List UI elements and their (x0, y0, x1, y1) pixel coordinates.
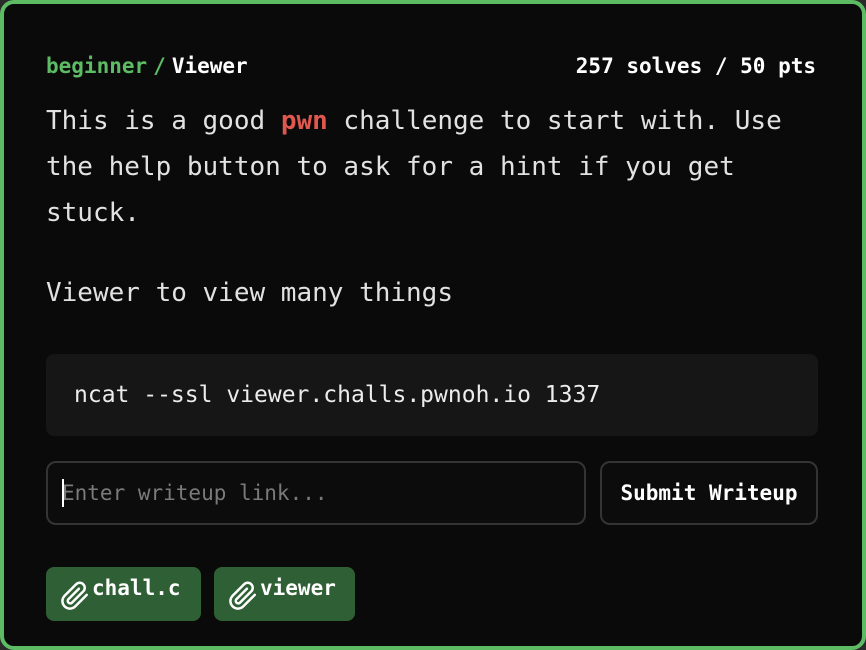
text-caret (62, 479, 64, 507)
challenge-header: beginner / Viewer 257 solves / 50 pts (46, 50, 816, 82)
file-download-chall-c[interactable]: chall.c (46, 567, 201, 621)
challenge-card: beginner / Viewer 257 solves / 50 pts This… (0, 0, 866, 650)
description-highlight: pwn (280, 106, 328, 136)
solves-points-label: 257 solves / 50 pts (575, 54, 816, 78)
file-name: viewer (260, 576, 336, 600)
paperclip-icon (61, 581, 88, 610)
writeup-form: Submit Writeup (46, 461, 818, 525)
file-attachments: chall.c viewer (46, 567, 355, 621)
file-download-viewer[interactable]: viewer (214, 567, 355, 621)
writeup-link-input[interactable] (46, 461, 586, 525)
challenge-description: This is a good pwn challenge to start wi… (46, 98, 816, 236)
breadcrumb: beginner / Viewer (46, 54, 248, 78)
challenge-name: Viewer (171, 54, 248, 78)
breadcrumb-separator: / (153, 54, 166, 78)
category-label: beginner (46, 54, 148, 78)
challenge-subtitle: Viewer to view many things (46, 278, 453, 308)
connection-command-block[interactable]: ncat --ssl viewer.challs.pwnoh.io 1337 (46, 354, 818, 436)
submit-writeup-button[interactable]: Submit Writeup (600, 461, 818, 525)
paperclip-icon (229, 581, 256, 610)
file-name: chall.c (92, 576, 181, 600)
connection-command: ncat --ssl viewer.challs.pwnoh.io 1337 (74, 382, 601, 408)
description-text-start: This is a good (46, 106, 281, 136)
